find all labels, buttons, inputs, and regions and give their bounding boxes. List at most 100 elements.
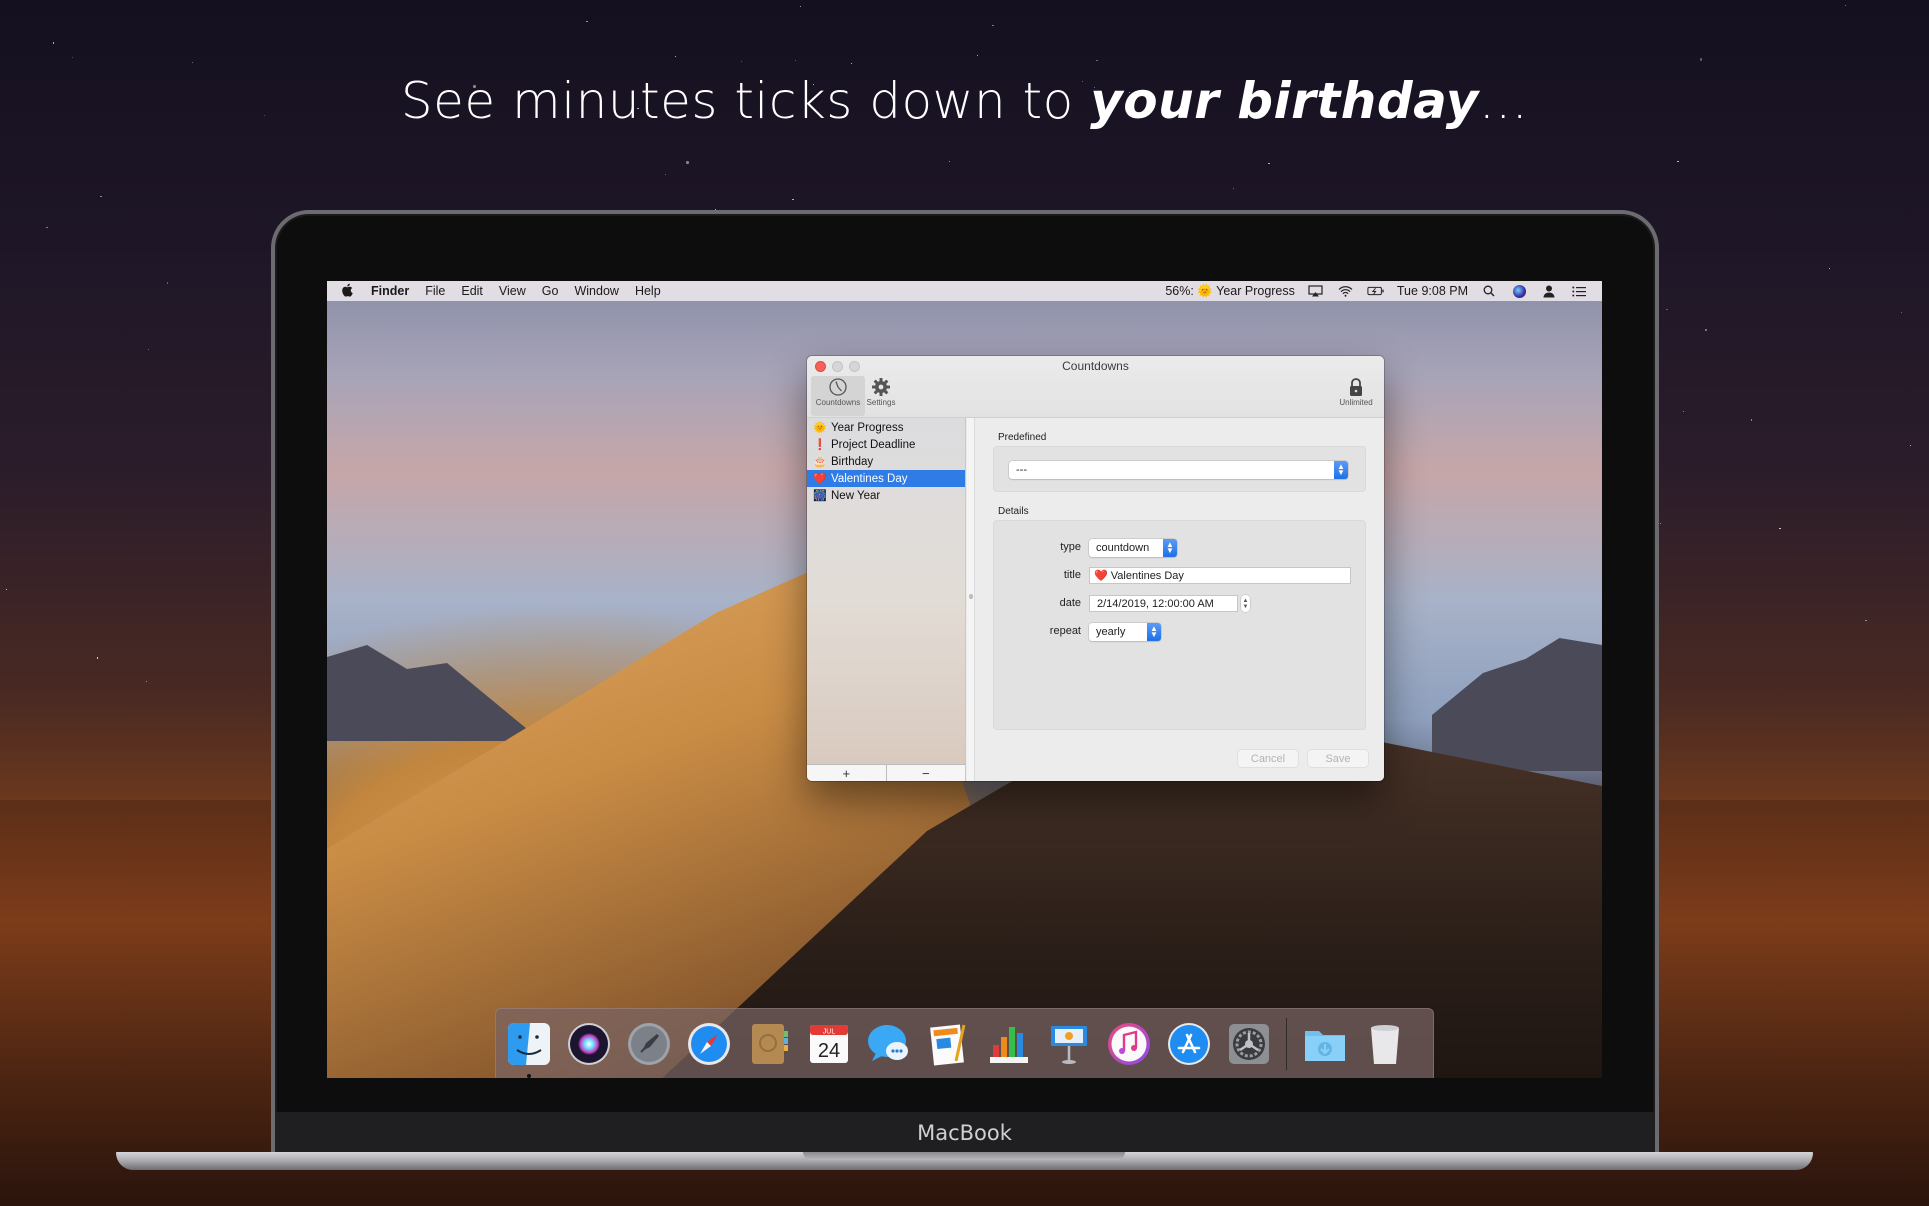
headline-emphasis: your birthday (1090, 72, 1479, 130)
menu-view[interactable]: View (491, 284, 534, 298)
predefined-box: --- ▲ ▼ (993, 446, 1366, 492)
details-box: type countdown ▲ ▼ title ❤️ Valentines Da… (993, 520, 1366, 730)
menubar-clock[interactable]: Tue 9:08 PM (1397, 284, 1468, 298)
star (992, 24, 994, 26)
sidebar-footer: + − (807, 764, 965, 781)
airplay-icon[interactable] (1307, 284, 1325, 298)
cancel-button[interactable]: Cancel (1238, 750, 1298, 767)
dock-siri[interactable] (564, 1019, 613, 1068)
dock-numbers[interactable] (984, 1019, 1033, 1068)
dock-messages[interactable] (864, 1019, 913, 1068)
menu-file[interactable]: File (417, 284, 453, 298)
list-item-new-year[interactable]: 🎆 New Year (807, 487, 965, 504)
repeat-label: repeat (1049, 625, 1081, 637)
star (53, 42, 55, 44)
countdowns-window: Countdowns Countdowns Settings Unlimited (807, 356, 1384, 781)
list-item-valentines-day[interactable]: ❤️ Valentines Day (807, 470, 965, 487)
menu-bar: Finder File Edit View Go Window Help 56%… (327, 281, 1602, 301)
star (1682, 411, 1684, 413)
star (1779, 527, 1781, 529)
apple-menu-icon[interactable] (341, 283, 363, 300)
contacts-book-icon (751, 1023, 788, 1064)
repeat-popup[interactable]: yearly ▲ ▼ (1089, 623, 1161, 641)
details-section-label: Details (998, 506, 1029, 517)
dock-contacts[interactable] (744, 1019, 793, 1068)
year-progress-status-item[interactable]: 56%: 🌞 Year Progress (1165, 284, 1295, 299)
date-stepper[interactable]: ▲ ▼ (1241, 595, 1250, 612)
star (686, 161, 689, 164)
notification-center-icon[interactable] (1570, 284, 1588, 298)
star (949, 160, 951, 163)
save-button[interactable]: Save (1308, 750, 1368, 767)
dock-app-store[interactable] (1164, 1019, 1213, 1068)
menu-go[interactable]: Go (534, 284, 567, 298)
star (1659, 523, 1661, 525)
type-popup[interactable]: countdown ▲ ▼ (1089, 539, 1177, 557)
dock-safari[interactable] (684, 1019, 733, 1068)
menu-window[interactable]: Window (566, 284, 626, 298)
running-indicator (527, 1074, 531, 1078)
menu-app-name[interactable]: Finder (363, 284, 417, 298)
star (1750, 419, 1753, 421)
add-countdown-button[interactable]: + (807, 765, 887, 781)
siri-icon[interactable] (1510, 284, 1528, 298)
dock-trash[interactable] (1360, 1019, 1409, 1068)
list-item-label: Year Progress (831, 421, 904, 434)
spotlight-search-icon[interactable] (1480, 284, 1498, 298)
toolbar-unlimited-button[interactable]: Unlimited (1332, 376, 1380, 416)
numbers-chart-icon (989, 1026, 1028, 1063)
clock-icon (811, 376, 865, 398)
toolbar-countdowns-tab[interactable]: Countdowns (811, 376, 865, 416)
battery-charging-icon[interactable] (1367, 284, 1385, 298)
laptop-notch (803, 1152, 1125, 1160)
dock-keynote[interactable] (1044, 1019, 1093, 1068)
itunes-music-icon (1107, 1022, 1150, 1065)
macbook-label: MacBook (917, 1121, 1012, 1145)
list-item-year-progress[interactable]: 🌞 Year Progress (807, 419, 965, 436)
star (675, 55, 677, 57)
toolbar-settings-tab[interactable]: Settings (859, 376, 903, 416)
unlimited-label: Unlimited (1339, 398, 1373, 407)
star (794, 60, 797, 62)
date-picker-field[interactable]: 2/14/2019, 12:00:00 AM (1089, 595, 1238, 612)
star (1901, 311, 1903, 314)
headline-text: See minutes ticks down to (400, 72, 1091, 130)
popup-chevron-icon: ▲ ▼ (1147, 623, 1161, 641)
type-label: type (1060, 541, 1081, 553)
countdowns-tab-label: Countdowns (815, 398, 861, 407)
user-icon[interactable] (1540, 284, 1558, 298)
star (1677, 160, 1679, 163)
dock-system-preferences[interactable] (1224, 1019, 1273, 1068)
heart-icon: ❤️ (813, 473, 827, 485)
predefined-value: --- (1016, 464, 1027, 476)
dock-pages[interactable] (924, 1019, 973, 1068)
star (166, 282, 168, 284)
dock-launchpad[interactable] (624, 1019, 673, 1068)
divider-grip[interactable] (969, 594, 973, 599)
dock-itunes[interactable] (1104, 1019, 1153, 1068)
menu-help[interactable]: Help (627, 284, 669, 298)
dock-finder[interactable] (504, 1019, 553, 1078)
remove-countdown-button[interactable]: − (887, 765, 966, 781)
list-item-project-deadline[interactable]: ❗ Project Deadline (807, 436, 965, 453)
dock-downloads-stack[interactable] (1300, 1019, 1349, 1068)
desktop-screen: Finder File Edit View Go Window Help 56%… (327, 281, 1602, 1078)
dock-separator (1286, 1017, 1287, 1070)
list-item-label: Project Deadline (831, 438, 916, 451)
wifi-icon[interactable] (1337, 284, 1355, 298)
popup-chevron-icon: ▲ ▼ (1334, 461, 1348, 479)
star (792, 199, 794, 201)
promo-headline: See minutes ticks down to your birthday.… (0, 72, 1929, 130)
calendar-month: JUL (822, 1028, 835, 1035)
star (72, 57, 74, 59)
star (799, 5, 802, 8)
split-view-divider[interactable] (967, 418, 975, 781)
dock-calendar[interactable]: JUL 24 (804, 1019, 853, 1068)
list-item-birthday[interactable]: 🎂 Birthday (807, 453, 965, 470)
list-item-label: Valentines Day (831, 472, 908, 485)
countdown-list-sidebar: 🌞 Year Progress ❗ Project Deadline 🎂 Bir… (807, 418, 966, 781)
title-field[interactable]: ❤️ Valentines Day (1089, 567, 1351, 584)
star (5, 589, 7, 591)
predefined-popup[interactable]: --- ▲ ▼ (1009, 461, 1348, 479)
menu-edit[interactable]: Edit (453, 284, 491, 298)
